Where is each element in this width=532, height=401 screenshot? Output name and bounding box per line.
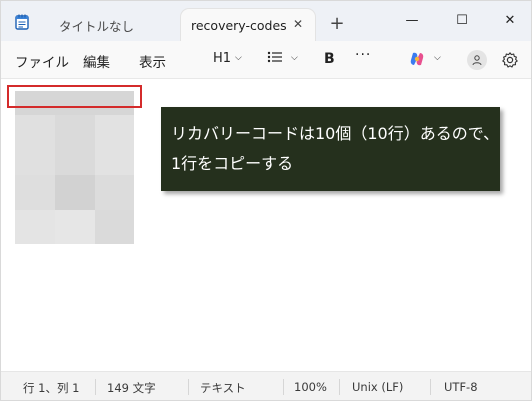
gear-icon[interactable] (501, 51, 519, 69)
tab-untitled[interactable]: タイトルなし (53, 9, 181, 41)
status-divider (283, 379, 284, 395)
bullet-list-icon[interactable] (267, 50, 283, 64)
menu-view[interactable]: 表示 (139, 51, 166, 71)
copilot-icon[interactable] (409, 51, 425, 67)
redacted-recovery-codes (15, 91, 134, 244)
menu-toolbar: ファイル 編集 表示 H1 ⌵ ⌵ B ··· (1, 41, 531, 79)
bold-button[interactable]: B (324, 51, 335, 67)
callout-line-2: 1行をコピーする (171, 154, 294, 173)
line-ending[interactable]: Unix (LF) (352, 380, 403, 394)
status-divider (430, 379, 431, 395)
heading-button[interactable]: H1 (213, 51, 231, 66)
more-options-button[interactable]: ··· (355, 47, 371, 63)
maximize-icon: ☐ (456, 12, 468, 28)
tab-label: タイトルなし (59, 18, 135, 34)
status-divider (95, 379, 96, 395)
notepad-window: タイトルなし recovery-codes ✕ + — ☐ ✕ ファイル 編集 … (0, 0, 532, 401)
char-count: 149 文字 (107, 381, 156, 395)
title-bar: タイトルなし recovery-codes ✕ + — ☐ ✕ (1, 1, 531, 41)
status-divider (188, 379, 189, 395)
encoding[interactable]: UTF-8 (444, 380, 478, 394)
account-icon[interactable] (467, 50, 487, 70)
close-icon: ✕ (504, 12, 516, 28)
zoom-level[interactable]: 100% (294, 380, 327, 394)
tab-close-icon[interactable]: ✕ (291, 17, 305, 31)
notepad-icon (15, 14, 29, 30)
selection-highlight (7, 85, 142, 108)
callout-line-1: リカバリーコードは10個（10行）あるので、 (171, 124, 500, 143)
chevron-down-icon[interactable]: ⌵ (434, 53, 441, 63)
menu-edit[interactable]: 編集 (83, 51, 110, 71)
annotation-callout: リカバリーコードは10個（10行）あるので、 1行をコピーする (161, 107, 500, 191)
close-window-button[interactable]: ✕ (487, 5, 531, 35)
tab-label: recovery-codes (191, 17, 287, 33)
maximize-button[interactable]: ☐ (439, 5, 485, 35)
status-divider (339, 379, 340, 395)
new-tab-button[interactable]: + (327, 15, 347, 35)
chevron-down-icon[interactable]: ⌵ (291, 53, 298, 63)
cursor-position[interactable]: 行 1、列 1 (23, 380, 79, 396)
tab-recovery-codes[interactable]: recovery-codes ✕ (181, 9, 315, 41)
menu-file[interactable]: ファイル (15, 51, 69, 71)
text-format[interactable]: テキスト (200, 380, 246, 396)
status-bar: 行 1、列 1 149 文字 テキスト 100% Unix (LF) UTF-8 (1, 371, 531, 400)
minimize-button[interactable]: — (389, 5, 435, 35)
chevron-down-icon[interactable]: ⌵ (235, 53, 242, 63)
minimize-icon: — (405, 12, 419, 28)
